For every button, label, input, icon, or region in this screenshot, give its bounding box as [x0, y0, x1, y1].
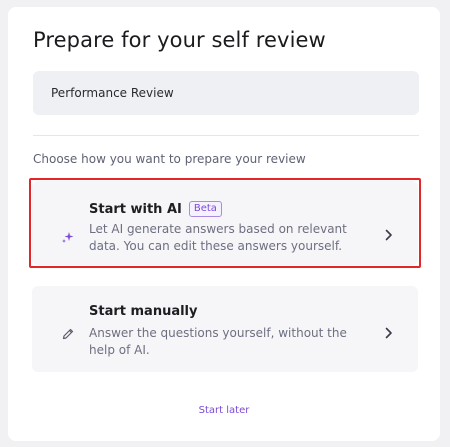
chevron-right-icon	[384, 325, 394, 339]
option-title: Start manually	[89, 304, 198, 319]
start-later-link[interactable]: Start later	[8, 405, 440, 416]
start-with-ai-option[interactable]: Start with AI Beta Let AI generate answe…	[29, 178, 421, 268]
option-title-row: Start with AI Beta	[89, 201, 222, 217]
pencil-icon	[61, 326, 75, 340]
self-review-card: Prepare for your self review Performance…	[8, 7, 440, 441]
sparkle-icon	[61, 229, 75, 243]
option-description: Answer the questions yourself, without t…	[89, 326, 347, 357]
beta-badge: Beta	[188, 201, 222, 217]
start-manually-option[interactable]: Start manually Answer the questions your…	[32, 286, 418, 372]
review-name-label: Performance Review	[51, 86, 174, 100]
page-title: Prepare for your self review	[33, 28, 326, 52]
option-title: Start with AI	[89, 201, 182, 217]
options-subheading: Choose how you want to prepare your revi…	[33, 152, 306, 166]
review-name-field: Performance Review	[33, 71, 419, 115]
chevron-right-icon	[384, 227, 394, 241]
option-title-row: Start manually	[89, 304, 198, 319]
divider	[33, 135, 419, 136]
option-description: Let AI generate answers based on relevan…	[89, 222, 347, 253]
